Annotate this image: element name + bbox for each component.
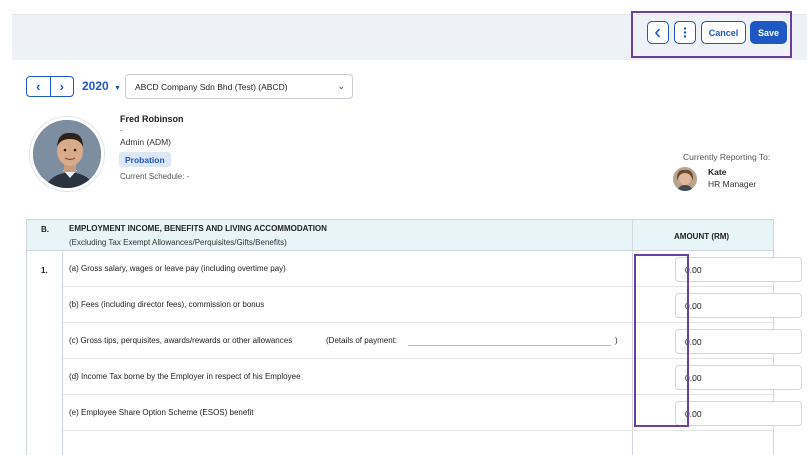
company-select[interactable]: ABCD Company Sdn Bhd (Test) (ABCD) ⌄ bbox=[125, 74, 353, 99]
employee-role: Admin (ADM) bbox=[120, 137, 172, 147]
more-options-button[interactable] bbox=[674, 21, 696, 44]
section-subtitle: (Excluding Tax Exempt Allowances/Perquis… bbox=[69, 238, 287, 247]
amount-input[interactable]: 0.00 bbox=[675, 329, 802, 354]
row-label: (c) Gross tips, perquisites, awards/rewa… bbox=[69, 336, 293, 345]
employee-avatar bbox=[30, 117, 104, 191]
current-schedule: Current Schedule: - bbox=[120, 172, 190, 181]
reporting-to-label: Currently Reporting To: bbox=[683, 152, 771, 162]
manager-role: HR Manager bbox=[708, 179, 757, 189]
row-label: (b) Fees (including director fees), comm… bbox=[69, 300, 265, 309]
amount-input[interactable]: 0.00 bbox=[675, 401, 802, 426]
amounts-highlight-box bbox=[634, 254, 689, 427]
amount-input[interactable]: 0.00 bbox=[675, 257, 802, 282]
row-label: (a) Gross salary, wages or leave pay (in… bbox=[69, 264, 286, 273]
payment-details-input[interactable] bbox=[408, 345, 611, 346]
closing-paren: ) bbox=[615, 336, 618, 345]
manager-avatar bbox=[673, 167, 697, 191]
section-letter: B. bbox=[41, 225, 49, 234]
year-navigator: ‹ › bbox=[26, 76, 74, 97]
row-label: (e) Employee Share Option Scheme (ESOS) … bbox=[69, 408, 254, 417]
amount-column-header: AMOUNT (RM) bbox=[674, 232, 730, 241]
row-number: 1. bbox=[41, 266, 48, 275]
employee-id: - bbox=[120, 126, 123, 135]
save-button[interactable]: Save bbox=[750, 21, 787, 44]
chevron-left-icon bbox=[654, 27, 661, 38]
caret-down-icon: ▼ bbox=[114, 85, 121, 92]
amount-input[interactable]: 0.00 bbox=[675, 293, 802, 318]
table-header: B. EMPLOYMENT INCOME, BENEFITS AND LIVIN… bbox=[27, 220, 773, 251]
year-value: 2020 bbox=[82, 79, 109, 93]
next-year-button[interactable]: › bbox=[49, 77, 74, 96]
back-button[interactable] bbox=[647, 21, 669, 44]
year-dropdown[interactable]: 2020 ▼ bbox=[82, 79, 121, 93]
status-badge: Probation bbox=[119, 152, 171, 167]
payment-details-label: (Details of payment: bbox=[326, 336, 398, 345]
vertical-dots-icon bbox=[683, 27, 687, 38]
row-label: (d) Income Tax borne by the Employer in … bbox=[69, 372, 301, 381]
company-value: ABCD Company Sdn Bhd (Test) (ABCD) bbox=[135, 81, 288, 92]
employee-name: Fred Robinson bbox=[120, 114, 184, 124]
section-title: EMPLOYMENT INCOME, BENEFITS AND LIVING A… bbox=[69, 224, 327, 233]
amount-input[interactable]: 0.00 bbox=[675, 365, 802, 390]
manager-name: Kate bbox=[708, 167, 727, 177]
cancel-button[interactable]: Cancel bbox=[701, 21, 746, 44]
chevron-down-icon: ⌄ bbox=[337, 81, 345, 91]
previous-year-button[interactable]: ‹ bbox=[27, 77, 50, 96]
